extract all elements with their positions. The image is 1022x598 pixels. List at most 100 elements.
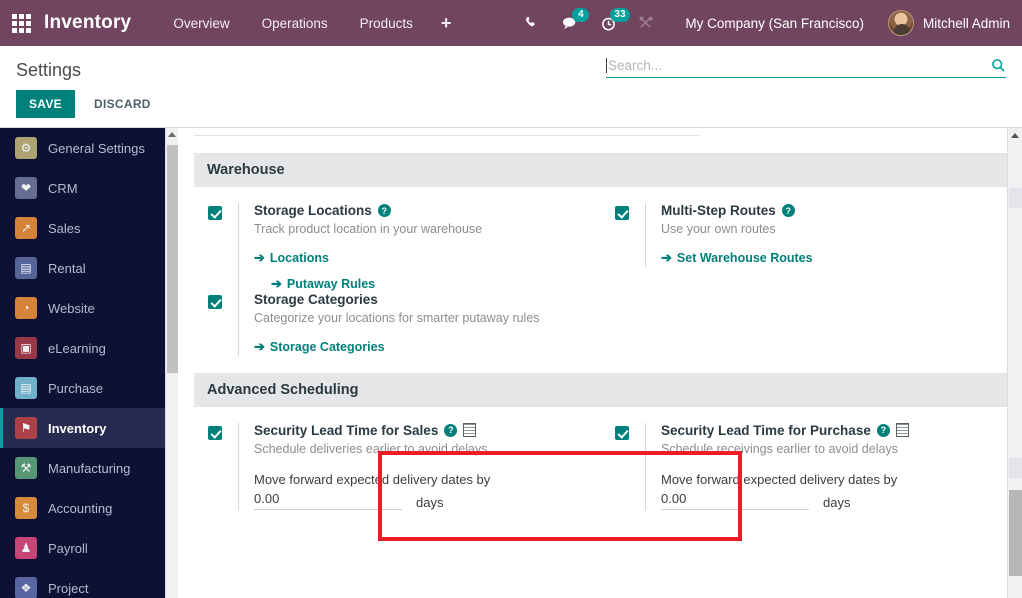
scroll-up-arrow-icon[interactable] [168,132,176,137]
setting-title: Storage Categories [254,292,589,307]
activities-icon[interactable]: 33 [589,0,627,46]
setting-checkbox[interactable] [208,206,222,220]
invoice-icon: $ [15,497,37,519]
lead-time-input[interactable] [254,489,402,510]
setting-title: Security Lead Time for Purchase? [661,423,996,438]
settings-column-right: Multi-Step Routes?Use your own routes➔Se… [601,203,1008,356]
apps-grid-icon [12,14,31,33]
calendar-icon: ▤ [15,257,37,279]
sidebar-item-project[interactable]: ❖Project [0,568,178,598]
setting-checkbox[interactable] [615,426,629,440]
search-icon[interactable] [991,58,1006,73]
employee-icon: ♟ [15,537,37,559]
setting-title-text: Security Lead Time for Purchase [661,423,871,438]
sidebar-item-label: Sales [48,221,81,236]
help-icon[interactable]: ? [378,204,391,217]
section-header: Warehouse [194,153,1008,187]
setting-block: Storage Locations? Track product location… [194,203,589,292]
setting-title-text: Storage Categories [254,292,378,307]
sidebar-item-website[interactable]: ◔Website [0,288,178,328]
sidebar-item-sales[interactable]: ↗Sales [0,208,178,248]
field-label: Move forward expected delivery dates by [254,472,589,487]
arrow-right-icon: ➔ [271,276,282,292]
setting-title-text: Storage Locations [254,203,372,218]
setting-link-label: Storage Categories [270,340,385,354]
menu-add-button[interactable]: + [429,0,464,46]
card-icon: ▤ [15,377,37,399]
field-row: days [661,489,996,510]
field-unit: days [416,495,443,510]
main-scrollbar[interactable] [1007,128,1022,598]
arrow-right-icon: ➔ [254,339,265,355]
phone-icon[interactable] [513,0,551,46]
help-icon[interactable]: ? [877,424,890,437]
setting-link-label: Putaway Rules [287,277,375,291]
settings-body: ⚙General Settings ❤ CRM ↗Sales ▤ Rental ◔Websi… [0,128,1022,598]
setting-checkbox[interactable] [208,426,222,440]
menu-overview[interactable]: Overview [157,0,245,46]
messages-icon[interactable]: 4 [551,0,589,46]
sidebar-item-label: CRM [48,181,78,196]
settings-grid: Storage Locations? Track product location… [194,203,1008,356]
search-input[interactable] [608,58,991,73]
lead-time-input[interactable] [661,489,809,510]
scroll-track-marker [1009,188,1022,208]
field-label: Move forward expected delivery dates by [661,472,996,487]
apps-menu-button[interactable] [4,0,38,46]
sidebar-item-general-settings[interactable]: ⚙General Settings [0,128,178,168]
sidebar-item-payroll[interactable]: ♟Payroll [0,528,178,568]
setting-block: Multi-Step Routes?Use your own routes➔Se… [601,203,996,267]
action-buttons: SAVE DISCARD [16,90,1006,118]
setting-checkbox[interactable] [208,295,222,309]
setting-description: Track product location in your warehouse [254,221,589,238]
setting-description: Schedule receivings earlier to avoid del… [661,441,996,458]
user-menu[interactable]: Mitchell Admin [880,10,1010,36]
search-bar[interactable] [606,58,1006,78]
setting-link[interactable]: ➔ Putaway Rules [271,276,589,292]
settings-column-left: Storage Locations? Track product location… [194,203,601,356]
setting-link[interactable]: ➔ Storage Categories [254,339,589,355]
sidebar-item-label: Rental [48,261,86,276]
developer-tools-icon[interactable] [627,0,665,46]
setting-title: Security Lead Time for Sales? [254,423,589,438]
main-scroll-thumb[interactable] [1009,490,1022,576]
settings-column-right: Security Lead Time for Purchase? Schedule… [601,423,1008,510]
setting-link-label: Set Warehouse Routes [677,251,813,265]
puzzle-icon: ❖ [15,577,37,598]
app-brand-inventory[interactable]: Inventory [44,12,131,34]
sidebar-item-label: Purchase [48,381,103,396]
sidebar-scrollbar[interactable] [165,128,178,598]
setting-checkbox[interactable] [615,206,629,220]
company-dependent-icon[interactable] [463,423,476,437]
setting-description: Schedule deliveries earlier to avoid del… [254,441,589,458]
sidebar-item-inventory[interactable]: ⚑Inventory [0,408,178,448]
sidebar-item-elearning[interactable]: ▣eLearning [0,328,178,368]
company-selector[interactable]: My Company (San Francisco) [665,16,880,31]
company-dependent-icon[interactable] [896,423,909,437]
discard-button[interactable]: DISCARD [81,90,164,118]
save-button[interactable]: SAVE [16,90,75,118]
top-navbar: Inventory Overview Operations Products +… [0,0,1022,46]
help-icon[interactable]: ? [782,204,795,217]
setting-link[interactable]: ➔Set Warehouse Routes [661,250,996,266]
sidebar-item-manufacturing[interactable]: ⚒Manufacturing [0,448,178,488]
settings-main: Warehouse Storage Locations? Track product… [178,128,1022,598]
sidebar-item-purchase[interactable]: ▤ Purchase [0,368,178,408]
menu-operations[interactable]: Operations [246,0,344,46]
sidebar-scroll-thumb[interactable] [167,145,178,373]
help-icon[interactable]: ? [444,424,457,437]
arrow-right-icon: ➔ [254,250,265,266]
settings-sidebar: ⚙General Settings ❤ CRM ↗Sales ▤ Rental ◔Websi… [0,128,178,598]
setting-description: Use your own routes [661,221,996,238]
setting-link[interactable]: ➔Locations [254,250,589,266]
menu-products[interactable]: Products [344,0,429,46]
setting-title-text: Security Lead Time for Sales [254,423,438,438]
main-scroll-up-arrow-icon[interactable] [1011,133,1019,138]
search-caret [606,58,607,73]
gear-icon: ⚙ [15,137,37,159]
sidebar-item-accounting[interactable]: $Accounting [0,488,178,528]
wrench-icon: ⚒ [15,457,37,479]
sidebar-item-crm[interactable]: ❤ CRM [0,168,178,208]
handshake-icon: ❤ [15,177,37,199]
sidebar-item-rental[interactable]: ▤ Rental [0,248,178,288]
